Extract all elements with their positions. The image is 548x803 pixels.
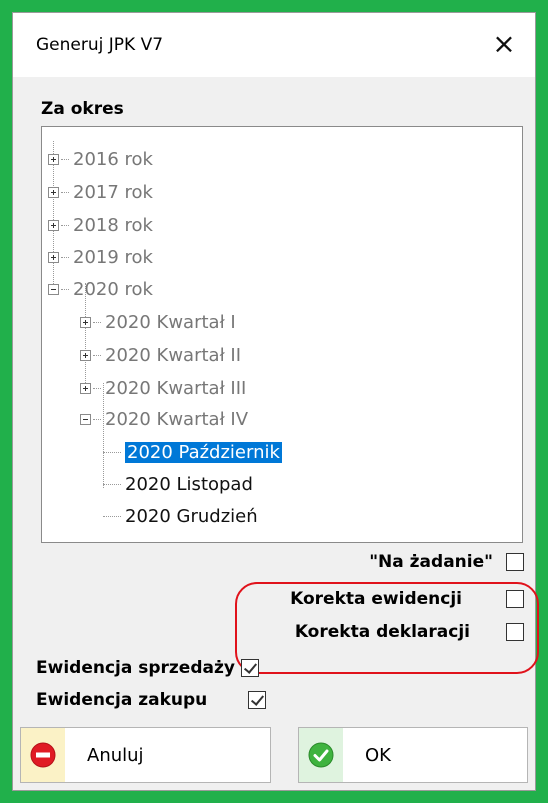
- tree-item-label: 2020 Kwartał II: [105, 344, 242, 366]
- tree-item-q3[interactable]: 2020 Kwartał III: [80, 374, 246, 402]
- na-zadanie-checkbox[interactable]: [506, 553, 524, 571]
- tree-item-2020[interactable]: 2020 rok: [48, 275, 153, 303]
- tree-item-label: 2020 Kwartał I: [105, 311, 236, 333]
- ewidencja-zakupu-checkbox[interactable]: [248, 691, 267, 709]
- option-ewidencja-zakupu[interactable]: Ewidencja zakupu: [36, 690, 267, 710]
- tree-item-label: 2019 rok: [73, 246, 153, 268]
- tree-item-listopad[interactable]: 2020 Listopad: [103, 470, 253, 498]
- dialog-title: Generuj JPK V7: [36, 35, 164, 55]
- tree-item-label: 2020 Grudzień: [125, 505, 258, 527]
- ok-button[interactable]: OK: [298, 727, 528, 783]
- tree-item-label: 2020 Listopad: [125, 473, 253, 495]
- ewidencja-zakupu-label: Ewidencja zakupu: [36, 690, 208, 710]
- tree-item-label: 2020 Kwartał IV: [105, 408, 249, 430]
- no-entry-icon: [21, 728, 65, 782]
- tree-item-label: 2020 rok: [73, 278, 153, 300]
- tree-item-label: 2016 rok: [73, 148, 153, 170]
- expand-icon[interactable]: [80, 349, 91, 361]
- collapse-icon[interactable]: [48, 283, 59, 295]
- tree-item-q1[interactable]: 2020 Kwartał I: [80, 308, 236, 336]
- expand-icon[interactable]: [48, 219, 59, 231]
- close-icon[interactable]: ×: [487, 27, 521, 61]
- tree-item-2018[interactable]: 2018 rok: [48, 211, 153, 239]
- ewidencja-sprzedazy-checkbox[interactable]: [240, 659, 259, 677]
- tree-item-2017[interactable]: 2017 rok: [48, 178, 153, 206]
- collapse-icon[interactable]: [80, 413, 91, 425]
- cancel-button[interactable]: Anuluj: [20, 727, 271, 783]
- tree-item-label-selected: 2020 Październik: [125, 441, 282, 463]
- option-na-zadanie[interactable]: "Na żadanie": [369, 552, 524, 572]
- tree-item-label: 2018 rok: [73, 214, 153, 236]
- highlight-annotation: [235, 582, 539, 674]
- expand-icon[interactable]: [80, 316, 91, 328]
- ok-button-label: OK: [365, 744, 391, 766]
- period-tree[interactable]: 2016 rok 2017 rok 2018 rok 2019 rok 2020…: [41, 126, 523, 543]
- tree-item-q2[interactable]: 2020 Kwartał II: [80, 341, 241, 369]
- tree-item-q4[interactable]: 2020 Kwartał IV: [80, 405, 248, 433]
- expand-icon[interactable]: [48, 251, 59, 263]
- period-section-label: Za okres: [41, 99, 124, 119]
- cancel-button-label: Anuluj: [87, 744, 144, 766]
- expand-icon[interactable]: [48, 153, 59, 165]
- dialog-window: Generuj JPK V7 × Za okres 2016 rok 2017 …: [12, 12, 539, 791]
- screen: { "window": { "title": "Generuj JPK V7",…: [0, 0, 548, 803]
- ewidencja-sprzedazy-label: Ewidencja sprzedaży: [36, 658, 235, 678]
- tree-item-label: 2017 rok: [73, 181, 153, 203]
- tree-item-grudzien[interactable]: 2020 Grudzień: [103, 502, 258, 530]
- title-bar: Generuj JPK V7 ×: [13, 13, 535, 77]
- na-zadanie-label: "Na żadanie": [369, 552, 493, 572]
- check-circle-icon: [299, 728, 343, 782]
- tree-item-2016[interactable]: 2016 rok: [48, 145, 153, 173]
- tree-item-label: 2020 Kwartał III: [105, 377, 247, 399]
- expand-icon[interactable]: [48, 186, 59, 198]
- tree-item-pazdziernik[interactable]: 2020 Październik: [103, 438, 282, 466]
- tree-item-2019[interactable]: 2019 rok: [48, 243, 153, 271]
- expand-icon[interactable]: [80, 382, 91, 394]
- option-ewidencja-sprzedazy[interactable]: Ewidencja sprzedaży: [36, 658, 259, 678]
